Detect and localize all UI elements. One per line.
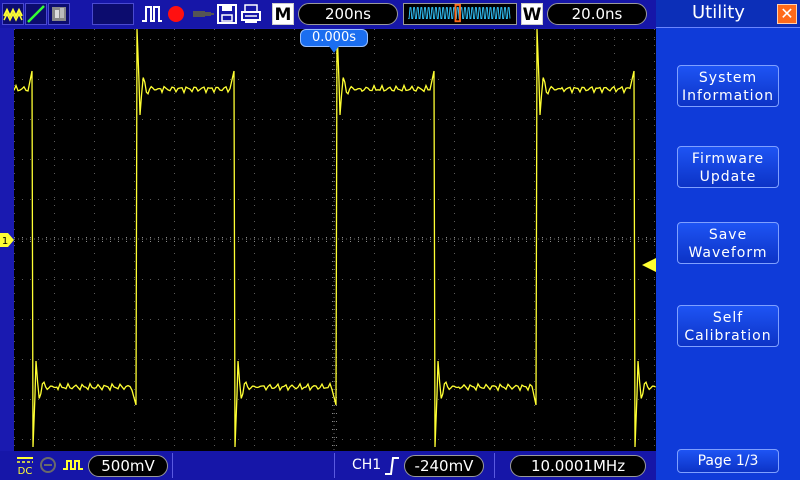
record-dot-icon[interactable] <box>166 3 186 25</box>
button-label-line1: Self <box>712 310 744 326</box>
timebase-mode-label: M <box>272 3 294 25</box>
memory-overview-trace <box>408 4 511 23</box>
dc-coupling-icon[interactable]: DC <box>15 454 35 476</box>
button-label-line1: Save <box>708 227 748 243</box>
button-label-line1: System <box>698 70 758 86</box>
ch1-wave-icon[interactable] <box>2 3 24 25</box>
self-calibration-button[interactable]: Self Calibration <box>677 305 779 347</box>
trigger-level-marker-icon[interactable] <box>642 258 656 272</box>
coupling-label: DC <box>18 466 33 476</box>
button-label-line2: Update <box>699 169 757 185</box>
timebase-value[interactable]: 200ns <box>298 3 398 25</box>
top-status-bar: M 200ns W 20.0ns <box>0 0 656 28</box>
system-information-button[interactable]: System Information <box>677 65 779 107</box>
window-mode-label: W <box>521 3 543 25</box>
button-label-line2: Information <box>681 88 775 104</box>
ch1-marker-label: 1 <box>2 236 8 247</box>
window-value[interactable]: 20.0ns <box>547 3 647 25</box>
trigger-position-arrow-icon <box>329 46 339 53</box>
divider <box>494 453 495 478</box>
waveform-display[interactable] <box>14 29 656 451</box>
frequency-counter: 10.0001MHz <box>510 455 646 477</box>
bottom-status-bar: DC 500mV CH1 -240mV 10.0001MHz <box>0 451 656 480</box>
save-waveform-button[interactable]: Save Waveform <box>677 222 779 264</box>
memory-window-overview[interactable] <box>403 3 517 25</box>
usb-plug-icon <box>191 3 215 25</box>
pulse-icon[interactable] <box>141 3 163 25</box>
trigger-level-value[interactable]: -240mV <box>404 455 484 477</box>
trigger-position-readout[interactable]: 0.000s <box>300 29 368 47</box>
math-icon[interactable] <box>48 3 70 25</box>
close-icon: ✕ <box>780 4 794 23</box>
utility-menu-panel: Utility ✕ System Information Firmware Up… <box>656 0 800 480</box>
firmware-update-button[interactable]: Firmware Update <box>677 146 779 188</box>
menu-title: Utility <box>692 2 745 23</box>
trigger-source[interactable]: CH1 <box>352 457 381 473</box>
menu-title-bar: Utility ✕ <box>656 0 800 28</box>
divider <box>172 453 173 478</box>
invert-icon[interactable] <box>62 455 84 475</box>
button-label-line2: Calibration <box>684 328 772 344</box>
close-button[interactable]: ✕ <box>777 4 797 24</box>
button-label-line1: Firmware <box>691 151 765 167</box>
floppy-save-icon[interactable] <box>216 3 238 25</box>
rising-edge-icon[interactable] <box>384 456 400 476</box>
bandwidth-limit-icon[interactable] <box>38 455 58 475</box>
divider <box>334 453 335 478</box>
page-button[interactable]: Page 1/3 <box>677 449 779 473</box>
scope-graticule <box>14 29 656 451</box>
reference-slot[interactable] <box>92 3 134 25</box>
printer-icon[interactable] <box>240 3 262 25</box>
volts-per-div[interactable]: 500mV <box>88 455 168 477</box>
ch2-line-icon[interactable] <box>25 3 47 25</box>
button-label-line2: Waveform <box>688 245 768 261</box>
ch1-ground-marker-icon[interactable]: 1 <box>0 233 14 247</box>
